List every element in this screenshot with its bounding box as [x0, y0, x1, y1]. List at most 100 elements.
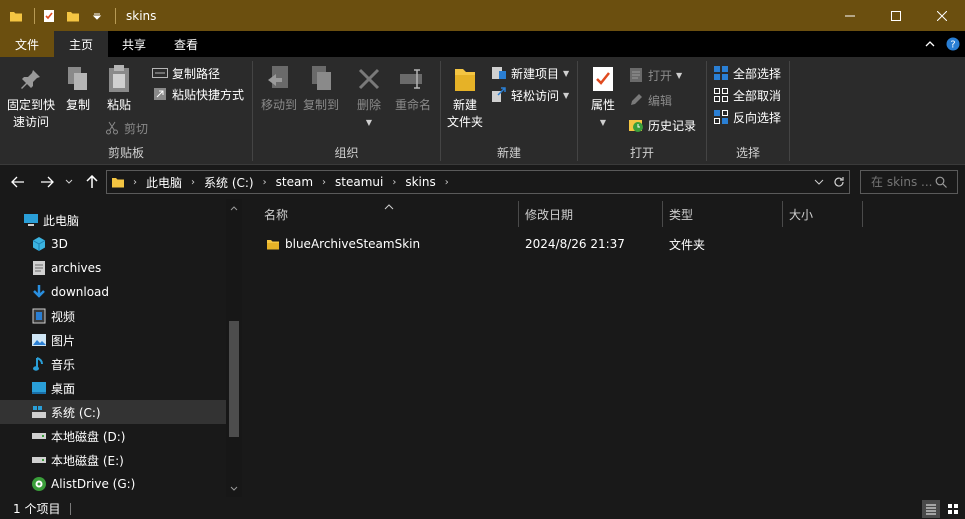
tree-item-this-pc[interactable]: 此电脑 [0, 208, 226, 232]
rename-button[interactable]: 重命名 [393, 63, 433, 114]
folder-icon [266, 232, 280, 256]
select-all-button[interactable]: 全部选择 [713, 63, 781, 83]
paste-button[interactable]: 粘贴 [102, 63, 136, 114]
address-bar[interactable]: › 此电脑 › 系统 (C:) › steam › steamui › skin… [106, 170, 850, 194]
nav-scrollbar[interactable] [226, 199, 242, 497]
details-view-icon [926, 504, 936, 515]
pin-to-quick-access-button[interactable]: 固定到快 速访问 [4, 63, 58, 131]
up-arrow-icon [86, 175, 98, 188]
cut-button[interactable]: 剪切 [104, 118, 148, 138]
refresh-icon[interactable] [829, 176, 849, 188]
details-view-button[interactable] [922, 500, 940, 518]
column-header-type[interactable]: 类型 [663, 201, 782, 227]
desktop-icon [31, 380, 47, 396]
tree-item-videos[interactable]: 视频 [0, 304, 226, 328]
organize-group: 移动到 复制到 删除 ▼ 重命名 组织 [253, 57, 440, 165]
up-button[interactable] [82, 172, 102, 192]
tree-item-archives[interactable]: archives [0, 256, 226, 280]
paste-shortcut-button[interactable]: 粘贴快捷方式 [152, 84, 244, 104]
breadcrumb-this-pc[interactable]: 此电脑 [146, 174, 182, 191]
select-none-icon [713, 87, 729, 103]
delete-dropdown-chevron-icon[interactable]: ▼ [366, 114, 372, 131]
folder-icon[interactable] [6, 6, 26, 26]
minimize-button[interactable] [827, 0, 873, 31]
search-input[interactable] [871, 175, 935, 189]
tree-item-music[interactable]: 音乐 [0, 352, 226, 376]
move-to-button[interactable]: 移动到 [259, 63, 299, 114]
select-none-button[interactable]: 全部取消 [713, 85, 781, 105]
column-header-size[interactable]: 大小 [783, 201, 862, 227]
properties-dropdown-chevron-icon[interactable]: ▼ [600, 114, 606, 131]
breadcrumb-chevron-icon[interactable]: › [133, 177, 137, 188]
delete-button[interactable]: 删除 ▼ [353, 63, 385, 131]
properties-icon[interactable] [39, 6, 59, 26]
rename-icon [397, 63, 429, 95]
easy-access-dropdown-chevron-icon: ▼ [563, 90, 570, 100]
breadcrumb-system-drive[interactable]: 系统 (C:) [204, 174, 254, 191]
breadcrumb-chevron-icon[interactable]: › [392, 177, 396, 188]
large-icons-view-button[interactable] [944, 500, 962, 518]
customize-toolbar-chevron-icon[interactable] [87, 6, 107, 26]
help-icon[interactable]: ? [941, 37, 965, 51]
open-group-label: 打开 [629, 146, 654, 160]
new-folder-icon[interactable] [63, 6, 83, 26]
breadcrumb-chevron-icon[interactable]: › [263, 177, 267, 188]
tree-item-drive-d[interactable]: 本地磁盘 (D:) [0, 424, 226, 448]
breadcrumb-steamui[interactable]: steamui [335, 175, 383, 189]
collapse-ribbon-chevron-icon[interactable] [919, 39, 941, 49]
tree-item-drive-e[interactable]: 本地磁盘 (E:) [0, 448, 226, 472]
tab-view[interactable]: 查看 [160, 31, 212, 57]
breadcrumb-chevron-icon[interactable]: › [322, 177, 326, 188]
history-button[interactable]: 历史记录 [628, 115, 696, 135]
scroll-thumb[interactable] [229, 321, 239, 437]
new-folder-button[interactable]: 新建 文件夹 [447, 63, 483, 131]
forward-button[interactable] [37, 172, 57, 192]
open-button[interactable]: 打开 ▼ [628, 65, 682, 85]
easy-access-button[interactable]: 轻松访问 ▼ [491, 85, 569, 105]
tree-item-3d[interactable]: 3D [0, 232, 226, 256]
copy-to-button[interactable]: 复制到 [301, 63, 341, 114]
pin-icon [15, 63, 47, 95]
scroll-down-arrow-icon[interactable] [226, 481, 242, 495]
tab-home[interactable]: 主页 [54, 31, 108, 57]
folder-icon [111, 175, 125, 189]
scroll-up-arrow-icon[interactable] [226, 201, 242, 215]
breadcrumb-chevron-icon[interactable]: › [445, 177, 449, 188]
close-button[interactable] [919, 0, 965, 31]
open-icon [628, 67, 644, 83]
new-item-button[interactable]: 新建项目 ▼ [491, 63, 569, 83]
document-folder-icon [31, 260, 47, 276]
copy-button[interactable]: 复制 [62, 63, 94, 114]
address-history-chevron-icon[interactable] [809, 179, 829, 185]
ribbon-divider [789, 61, 790, 161]
tree-item-alistdrive[interactable]: AlistDrive (G:) [0, 472, 226, 496]
invert-selection-button[interactable]: 反向选择 [713, 107, 781, 127]
column-header-modified[interactable]: 修改日期 [519, 201, 662, 227]
tree-item-system-drive[interactable]: 系统 (C:) [0, 400, 226, 424]
tree-item-pictures[interactable]: 图片 [0, 328, 226, 352]
tree-item-desktop[interactable]: 桌面 [0, 376, 226, 400]
recent-locations-button[interactable] [62, 172, 76, 192]
maximize-button[interactable] [873, 0, 919, 31]
column-header-name[interactable]: 名称 [258, 201, 518, 227]
copy-path-button[interactable]: 复制路径 [152, 63, 220, 83]
back-button[interactable] [8, 172, 28, 192]
ribbon-tabs: 文件 主页 共享 查看 ? [0, 31, 965, 57]
table-row[interactable]: blueArchiveSteamSkin 2024/8/26 21:37 文件夹 [260, 232, 860, 256]
properties-button[interactable]: 属性 ▼ [588, 63, 618, 131]
tab-file[interactable]: 文件 [0, 31, 54, 57]
column-divider[interactable] [862, 201, 863, 227]
breadcrumb-chevron-icon[interactable]: › [191, 177, 195, 188]
svg-text:?: ? [950, 40, 955, 51]
paste-icon [103, 63, 135, 95]
breadcrumb-steam[interactable]: steam [276, 175, 313, 189]
search-icon[interactable] [935, 176, 947, 188]
scissors-icon [104, 120, 120, 136]
item-count: 1 个项目 [13, 502, 61, 516]
breadcrumb-skins[interactable]: skins [405, 175, 435, 189]
tab-share[interactable]: 共享 [108, 31, 160, 57]
edit-button[interactable]: 编辑 [628, 90, 672, 110]
search-box[interactable] [860, 170, 958, 194]
new-group: 新建 文件夹 新建项目 ▼ 轻松访问 ▼ 新建 [441, 57, 577, 165]
tree-item-download[interactable]: download [0, 280, 226, 304]
